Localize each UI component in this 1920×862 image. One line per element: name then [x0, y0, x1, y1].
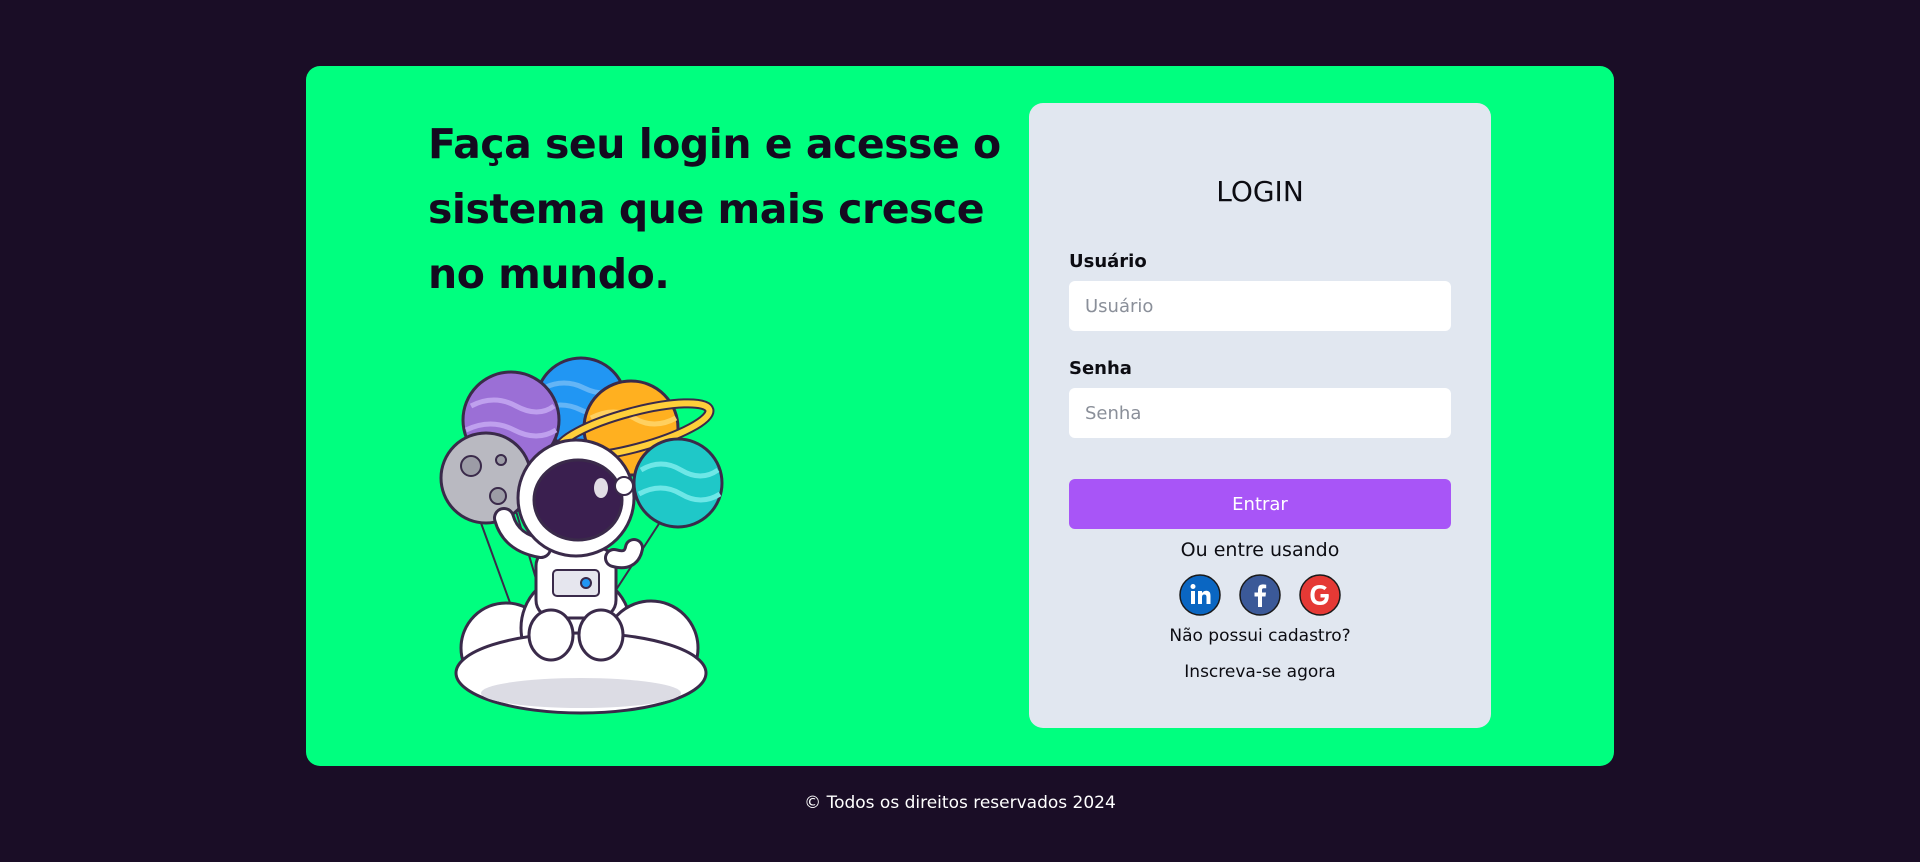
password-label: Senha	[1069, 358, 1132, 379]
login-panel: LOGIN Usuário Senha Entrar Ou entre usan…	[1029, 103, 1491, 728]
google-icon[interactable]	[1299, 574, 1341, 616]
alt-login-text: Ou entre usando	[1180, 539, 1340, 561]
signup-link[interactable]: Inscreva-se agora	[1029, 662, 1491, 682]
footer-copyright: © Todos os direitos reservados 2024	[804, 793, 1116, 813]
hero-headline: Faça seu login e acesse o sistema que ma…	[428, 120, 1001, 298]
facebook-icon[interactable]	[1239, 574, 1281, 616]
submit-button[interactable]: Entrar	[1069, 479, 1451, 529]
username-label: Usuário	[1069, 251, 1147, 272]
astronaut-illustration	[439, 356, 724, 715]
linkedin-icon[interactable]	[1179, 574, 1221, 616]
no-account-text: Não possui cadastro?	[1169, 626, 1351, 646]
login-title: LOGIN	[1216, 175, 1304, 208]
social-login-group	[1179, 574, 1341, 616]
password-input[interactable]	[1069, 388, 1451, 438]
login-card: Faça seu login e acesse o sistema que ma…	[306, 66, 1614, 766]
username-input[interactable]	[1069, 281, 1451, 331]
